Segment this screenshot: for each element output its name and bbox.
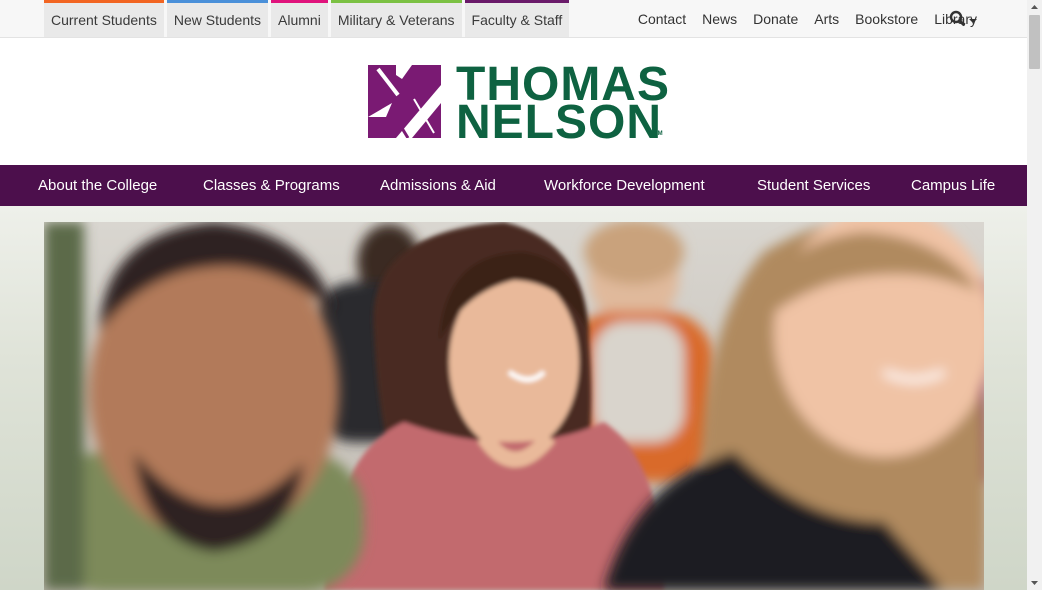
site-header: THOMAS NELSON TM	[0, 38, 1027, 165]
audience-tab-faculty-staff[interactable]: Faculty & Staff	[464, 0, 570, 37]
utility-link-contact[interactable]: Contact	[638, 11, 686, 27]
hero-photo	[44, 222, 984, 590]
utility-link-donate[interactable]: Donate	[753, 11, 798, 27]
nav-about-the-college[interactable]: About the College	[38, 165, 157, 206]
nav-campus-life[interactable]: Campus Life	[911, 165, 995, 206]
main-nav: About the College Classes & Programs Adm…	[0, 165, 1027, 206]
audience-tab-new-students[interactable]: New Students	[166, 0, 269, 37]
logo-mark-icon	[368, 65, 441, 138]
nav-student-services[interactable]: Student Services	[757, 165, 870, 206]
audience-tab-military-veterans[interactable]: Military & Veterans	[330, 0, 462, 37]
audience-tab-current-students[interactable]: Current Students	[44, 0, 164, 37]
thomas-nelson-logo[interactable]: THOMAS NELSON TM	[368, 61, 669, 147]
logo-trademark: TM	[654, 131, 663, 137]
utility-link-news[interactable]: News	[702, 11, 737, 27]
utility-link-bookstore[interactable]: Bookstore	[855, 11, 918, 27]
utility-link-arts[interactable]: Arts	[814, 11, 839, 27]
utility-bar: Current Students New Students Alumni Milita…	[0, 0, 1027, 38]
search-toggle-button[interactable]	[949, 10, 979, 28]
nav-admissions-aid[interactable]: Admissions & Aid	[380, 165, 496, 206]
utility-links: Contact News Donate Arts Bookstore Library	[622, 0, 977, 37]
students-photo	[44, 222, 984, 590]
scroll-down-arrow-icon[interactable]	[1027, 575, 1042, 590]
nav-workforce-development[interactable]: Workforce Development	[544, 165, 705, 206]
caret-down-icon	[969, 19, 977, 23]
audience-tabs: Current Students New Students Alumni Milita…	[44, 0, 570, 37]
nav-classes-programs[interactable]: Classes & Programs	[203, 165, 340, 206]
page-scrollbar[interactable]	[1027, 0, 1042, 590]
scroll-thumb[interactable]	[1029, 15, 1040, 69]
audience-tab-alumni[interactable]: Alumni	[271, 0, 328, 37]
logo-text-nelson: NELSON	[456, 96, 663, 149]
scroll-up-arrow-icon[interactable]	[1027, 0, 1042, 15]
search-icon	[949, 10, 977, 26]
